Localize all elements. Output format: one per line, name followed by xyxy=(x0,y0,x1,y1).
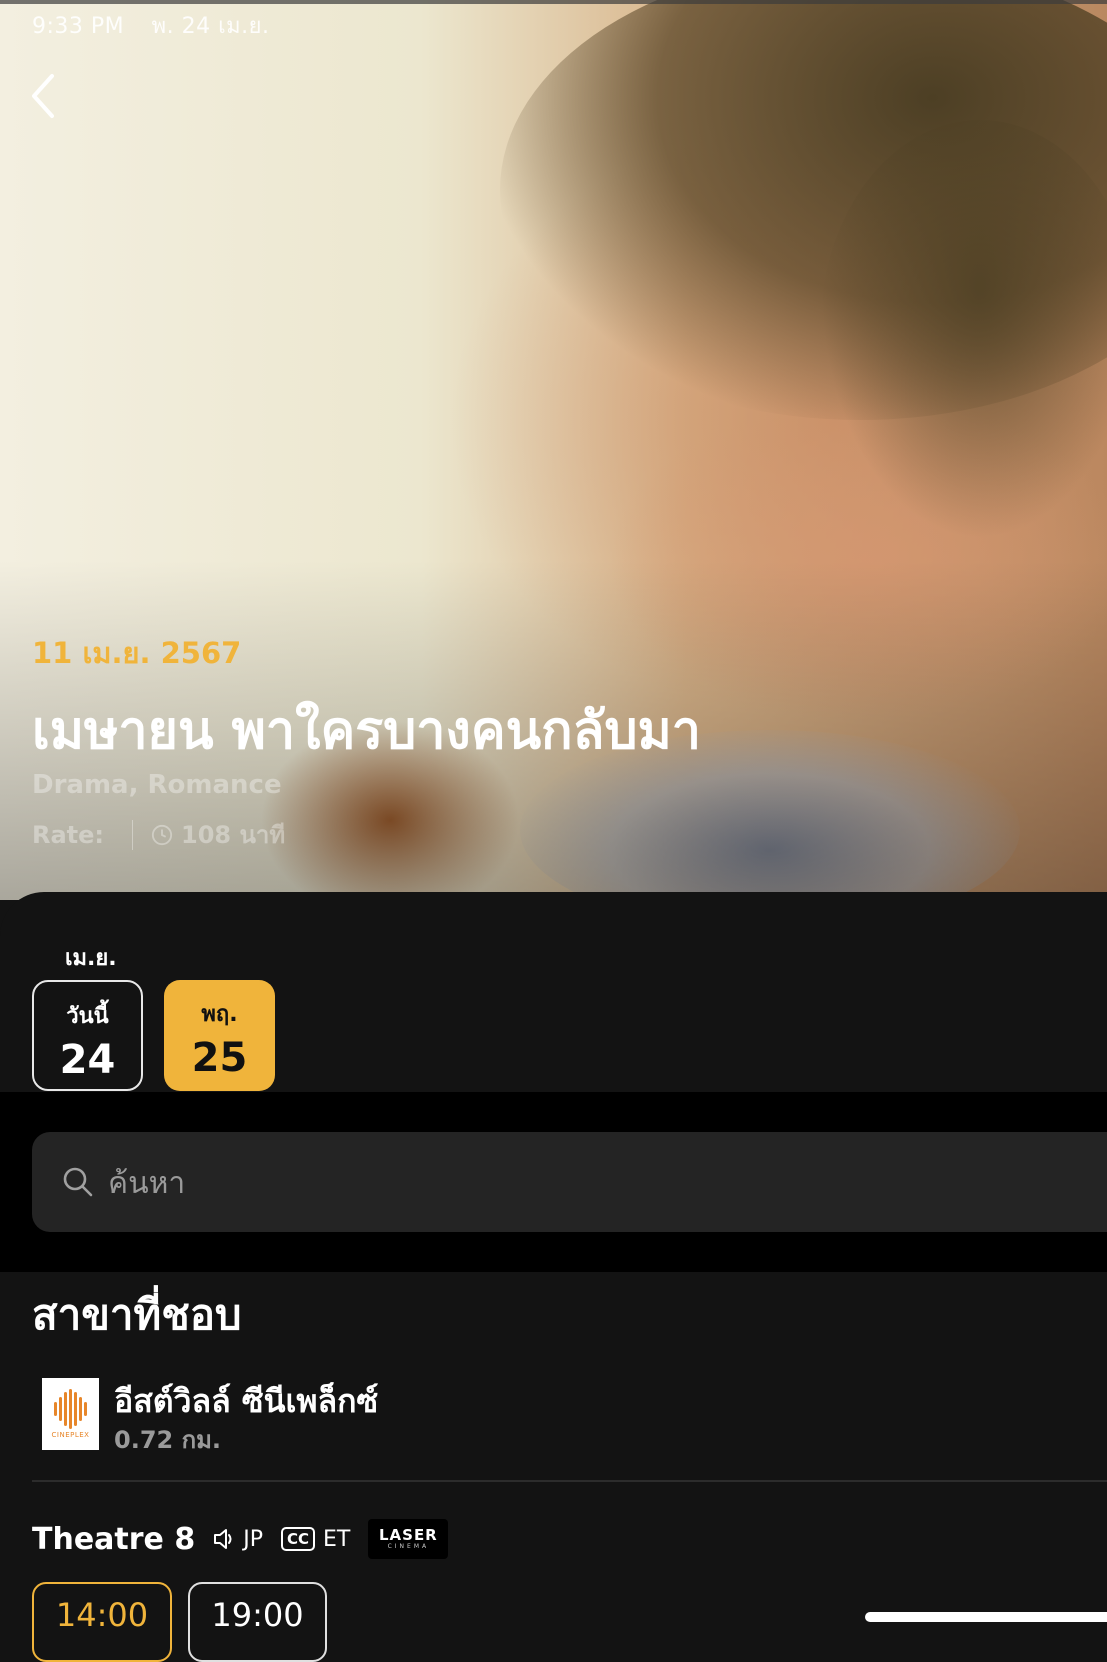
date-day: 24 xyxy=(59,1037,116,1083)
date-dow: วันนี้ xyxy=(66,1004,109,1029)
showtime-button[interactable]: 19:00 xyxy=(188,1582,327,1662)
back-button[interactable] xyxy=(18,68,68,124)
favorites-heading: สาขาที่ชอบ xyxy=(32,1290,242,1339)
release-date: 11 เม.ย. 2567 xyxy=(32,636,242,670)
cc-icon: CC xyxy=(280,1527,316,1551)
subtitle-tag: CC ET xyxy=(280,1526,351,1552)
format-line2: CINEMA xyxy=(387,1543,430,1550)
date-dow: พฤ. xyxy=(201,1002,238,1027)
rate-label: Rate: xyxy=(32,820,105,849)
meta-divider xyxy=(132,819,134,850)
search-input[interactable] xyxy=(106,1158,1010,1208)
clock-icon xyxy=(151,824,173,845)
search-box[interactable] xyxy=(32,1132,1107,1232)
status-time: 9:33 PM xyxy=(32,14,125,39)
cinema-logo-text: CINEPLEX xyxy=(51,1431,90,1439)
audio-tag: JP xyxy=(211,1526,263,1552)
home-indicator xyxy=(865,1612,1107,1622)
movie-genre: Drama, Romance xyxy=(32,770,282,800)
status-date: พ. 24 เม.ย. xyxy=(151,14,270,39)
movie-duration: 108 นาที xyxy=(181,821,286,849)
cinema-distance: 0.72 กม. xyxy=(114,1426,222,1454)
date-card-selected[interactable]: พฤ. 25 xyxy=(164,980,275,1091)
cinema-item[interactable]: CINEPLEX อีสต์วิลล์ ซีนีเพล็กซ์ 0.72 กม. xyxy=(42,1378,1107,1454)
movie-title: เมษายน พาใครบางคนกลับมา xyxy=(32,701,701,761)
top-edge xyxy=(0,0,1107,4)
theatre-name: Theatre 8 xyxy=(32,1521,196,1557)
audio-language: JP xyxy=(243,1526,263,1552)
theatre-header: Theatre 8 JP CC ET LASER CINEMA xyxy=(32,1518,449,1560)
speaker-icon xyxy=(214,1529,232,1549)
showtime-button[interactable]: 14:00 xyxy=(32,1582,172,1662)
cinema-logo: CINEPLEX xyxy=(42,1378,99,1450)
status-bar: 9:33 PM พ. 24 เม.ย. xyxy=(32,8,290,43)
search-icon xyxy=(63,1167,93,1197)
chevron-left-icon xyxy=(32,74,54,118)
date-day: 25 xyxy=(191,1035,248,1081)
format-line1: LASER xyxy=(378,1526,438,1544)
divider xyxy=(32,1480,1107,1482)
laser-cinema-logo: LASER CINEMA xyxy=(368,1519,449,1559)
movie-meta: Rate: 108 นาที xyxy=(32,815,285,854)
subtitle-language: ET xyxy=(323,1526,351,1552)
date-card-today[interactable]: วันนี้ 24 xyxy=(32,980,143,1091)
month-label: เม.ย. xyxy=(65,946,117,971)
